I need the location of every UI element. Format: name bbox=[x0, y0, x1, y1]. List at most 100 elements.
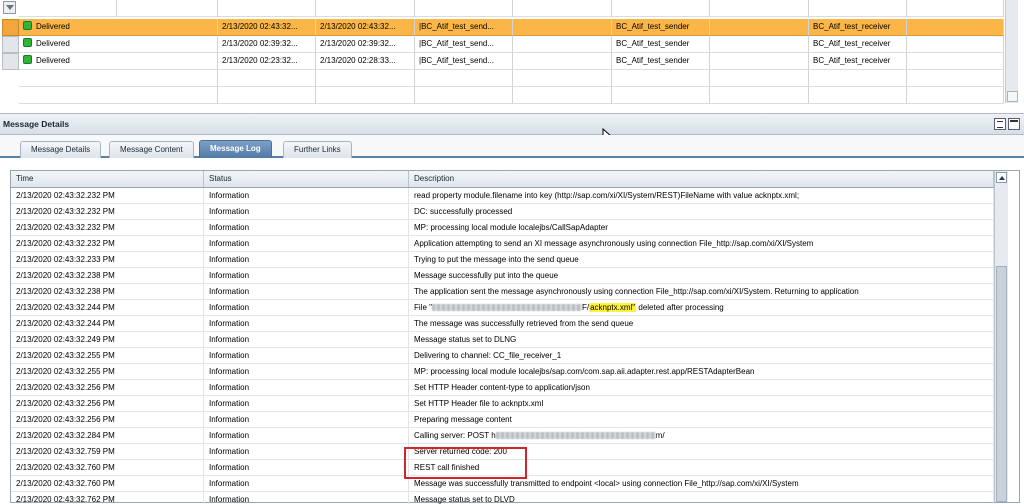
log-status: Information bbox=[204, 444, 409, 460]
log-status: Information bbox=[204, 204, 409, 220]
log-time: 2/13/2020 02:43:32.232 PM bbox=[11, 220, 204, 236]
log-body: 2/13/2020 02:43:32.232 PM Information re… bbox=[11, 188, 994, 504]
message-row[interactable]: Delivered 2/13/2020 02:43:32... 2/13/202… bbox=[0, 19, 1004, 36]
log-description: read property module.filename into key (… bbox=[409, 188, 994, 204]
log-row[interactable]: 2/13/2020 02:43:32.256 PM Information Se… bbox=[11, 380, 994, 396]
log-status: Information bbox=[204, 268, 409, 284]
delivered-status-icon bbox=[23, 38, 32, 47]
start-time-cell: 2/13/2020 02:43:32... bbox=[218, 19, 316, 36]
delivered-status-icon bbox=[23, 55, 32, 64]
scroll-thumb[interactable] bbox=[996, 266, 1007, 502]
log-status: Information bbox=[204, 460, 409, 476]
message-row[interactable]: Delivered 2/13/2020 02:23:32... 2/13/202… bbox=[0, 53, 1004, 70]
log-description: Server returned code: 200 bbox=[409, 444, 994, 460]
end-time-cell: 2/13/2020 02:43:32... bbox=[316, 19, 415, 36]
log-description: Calling server: POST h m/ bbox=[409, 428, 994, 444]
detail-tabs: Message Details Message Content Message … bbox=[0, 135, 1024, 158]
log-row[interactable]: 2/13/2020 02:43:32.232 PM Information DC… bbox=[11, 204, 994, 220]
desc-suffix: m/ bbox=[655, 431, 665, 440]
log-row[interactable]: 2/13/2020 02:43:32.244 PM Information Th… bbox=[11, 316, 994, 332]
log-time: 2/13/2020 02:43:32.232 PM bbox=[11, 236, 204, 252]
scroll-down-icon[interactable] bbox=[1007, 91, 1018, 102]
log-status: Information bbox=[204, 332, 409, 348]
log-status: Information bbox=[204, 188, 409, 204]
message-list-table: Delivered 2/13/2020 02:43:32... 2/13/202… bbox=[0, 0, 1024, 108]
log-header-row: Time Status Description bbox=[11, 171, 994, 188]
empty-row bbox=[0, 70, 1004, 87]
column-header-description[interactable]: Description bbox=[409, 171, 994, 187]
scroll-up-icon[interactable] bbox=[996, 172, 1007, 183]
log-time: 2/13/2020 02:43:32.256 PM bbox=[11, 396, 204, 412]
tab-message-log[interactable]: Message Log bbox=[199, 140, 272, 158]
message-list-filter-row bbox=[0, 0, 1004, 17]
log-scrollbar[interactable] bbox=[994, 171, 1008, 502]
column-header-time[interactable]: Time bbox=[11, 171, 204, 187]
minimize-icon[interactable] bbox=[1008, 118, 1020, 130]
tab-message-details[interactable]: Message Details bbox=[20, 141, 102, 158]
tab-further-links[interactable]: Further Links bbox=[283, 141, 352, 158]
log-description: The message was successfully retrieved f… bbox=[409, 316, 994, 332]
log-row[interactable]: 2/13/2020 02:43:32.256 PM Information Pr… bbox=[11, 412, 994, 428]
log-row[interactable]: 2/13/2020 02:43:32.244 PM Information Fi… bbox=[11, 300, 994, 316]
log-row[interactable]: 2/13/2020 02:43:32.232 PM Information Ap… bbox=[11, 236, 994, 252]
log-description: Message status set to DLVD bbox=[409, 492, 994, 504]
log-status: Information bbox=[204, 300, 409, 316]
tab-message-content[interactable]: Message Content bbox=[109, 141, 194, 158]
log-time: 2/13/2020 02:43:32.238 PM bbox=[11, 284, 204, 300]
log-status: Information bbox=[204, 348, 409, 364]
log-time: 2/13/2020 02:43:32.255 PM bbox=[11, 348, 204, 364]
receiver-cell: BC_Atif_test_receiver bbox=[809, 53, 907, 70]
log-row[interactable]: 2/13/2020 02:43:32.762 PM Information Me… bbox=[11, 492, 994, 504]
log-status: Information bbox=[204, 220, 409, 236]
log-status: Information bbox=[204, 492, 409, 504]
log-description: MP: processing local module localejbs/Ca… bbox=[409, 220, 994, 236]
start-time-cell: 2/13/2020 02:23:32... bbox=[218, 53, 316, 70]
log-row[interactable]: 2/13/2020 02:43:32.255 PM Information MP… bbox=[11, 364, 994, 380]
log-description: Message status set to DLNG bbox=[409, 332, 994, 348]
log-time: 2/13/2020 02:43:32.238 PM bbox=[11, 268, 204, 284]
log-row[interactable]: 2/13/2020 02:43:32.256 PM Information Se… bbox=[11, 396, 994, 412]
log-row[interactable]: 2/13/2020 02:43:32.232 PM Information MP… bbox=[11, 220, 994, 236]
sender-cell: BC_Atif_test_sender bbox=[612, 36, 710, 53]
status-text: Delivered bbox=[36, 56, 70, 65]
log-status: Information bbox=[204, 412, 409, 428]
receiver-cell: BC_Atif_test_receiver bbox=[809, 36, 907, 53]
status-text: Delivered bbox=[36, 39, 70, 48]
redacted-url bbox=[495, 432, 656, 439]
log-row[interactable]: 2/13/2020 02:43:32.760 PM Information Me… bbox=[11, 476, 994, 492]
desc-prefix: File " bbox=[414, 303, 432, 312]
log-status: Information bbox=[204, 476, 409, 492]
log-description: File " F/acknptx.xml" deleted after proce… bbox=[409, 300, 994, 316]
log-time: 2/13/2020 02:43:32.244 PM bbox=[11, 316, 204, 332]
log-description: Preparing message content bbox=[409, 412, 994, 428]
log-description: Trying to put the message into the send … bbox=[409, 252, 994, 268]
log-time: 2/13/2020 02:43:32.284 PM bbox=[11, 428, 204, 444]
log-time: 2/13/2020 02:43:32.233 PM bbox=[11, 252, 204, 268]
message-row[interactable]: Delivered 2/13/2020 02:39:32... 2/13/202… bbox=[0, 36, 1004, 53]
log-time: 2/13/2020 02:43:32.760 PM bbox=[11, 476, 204, 492]
desc-path-tail: F/ bbox=[581, 303, 590, 312]
log-time: 2/13/2020 02:43:32.256 PM bbox=[11, 380, 204, 396]
log-row[interactable]: 2/13/2020 02:43:32.238 PM Information Me… bbox=[11, 268, 994, 284]
log-status: Information bbox=[204, 284, 409, 300]
panel-options-icon[interactable] bbox=[994, 118, 1006, 130]
column-header-status[interactable]: Status bbox=[204, 171, 409, 187]
log-row[interactable]: 2/13/2020 02:43:32.760 PM Information RE… bbox=[11, 460, 994, 476]
log-row[interactable]: 2/13/2020 02:43:32.232 PM Information re… bbox=[11, 188, 994, 204]
message-list-scrollbar[interactable] bbox=[1005, 0, 1018, 103]
status-text: Delivered bbox=[36, 22, 70, 31]
row-selector[interactable] bbox=[2, 19, 19, 36]
log-row[interactable]: 2/13/2020 02:43:32.759 PM Information Se… bbox=[11, 444, 994, 460]
log-row[interactable]: 2/13/2020 02:43:32.284 PM Information Ca… bbox=[11, 428, 994, 444]
log-row[interactable]: 2/13/2020 02:43:32.238 PM Information Th… bbox=[11, 284, 994, 300]
log-row[interactable]: 2/13/2020 02:43:32.249 PM Information Me… bbox=[11, 332, 994, 348]
row-selector[interactable] bbox=[2, 36, 19, 53]
log-row[interactable]: 2/13/2020 02:43:32.255 PM Information De… bbox=[11, 348, 994, 364]
log-status: Information bbox=[204, 316, 409, 332]
empty-row bbox=[0, 87, 1004, 104]
end-time-cell: 2/13/2020 02:39:32... bbox=[316, 36, 415, 53]
highlighted-filename: acknptx.xml" bbox=[589, 303, 637, 312]
log-row[interactable]: 2/13/2020 02:43:32.233 PM Information Tr… bbox=[11, 252, 994, 268]
log-status: Information bbox=[204, 428, 409, 444]
row-selector[interactable] bbox=[2, 53, 19, 70]
